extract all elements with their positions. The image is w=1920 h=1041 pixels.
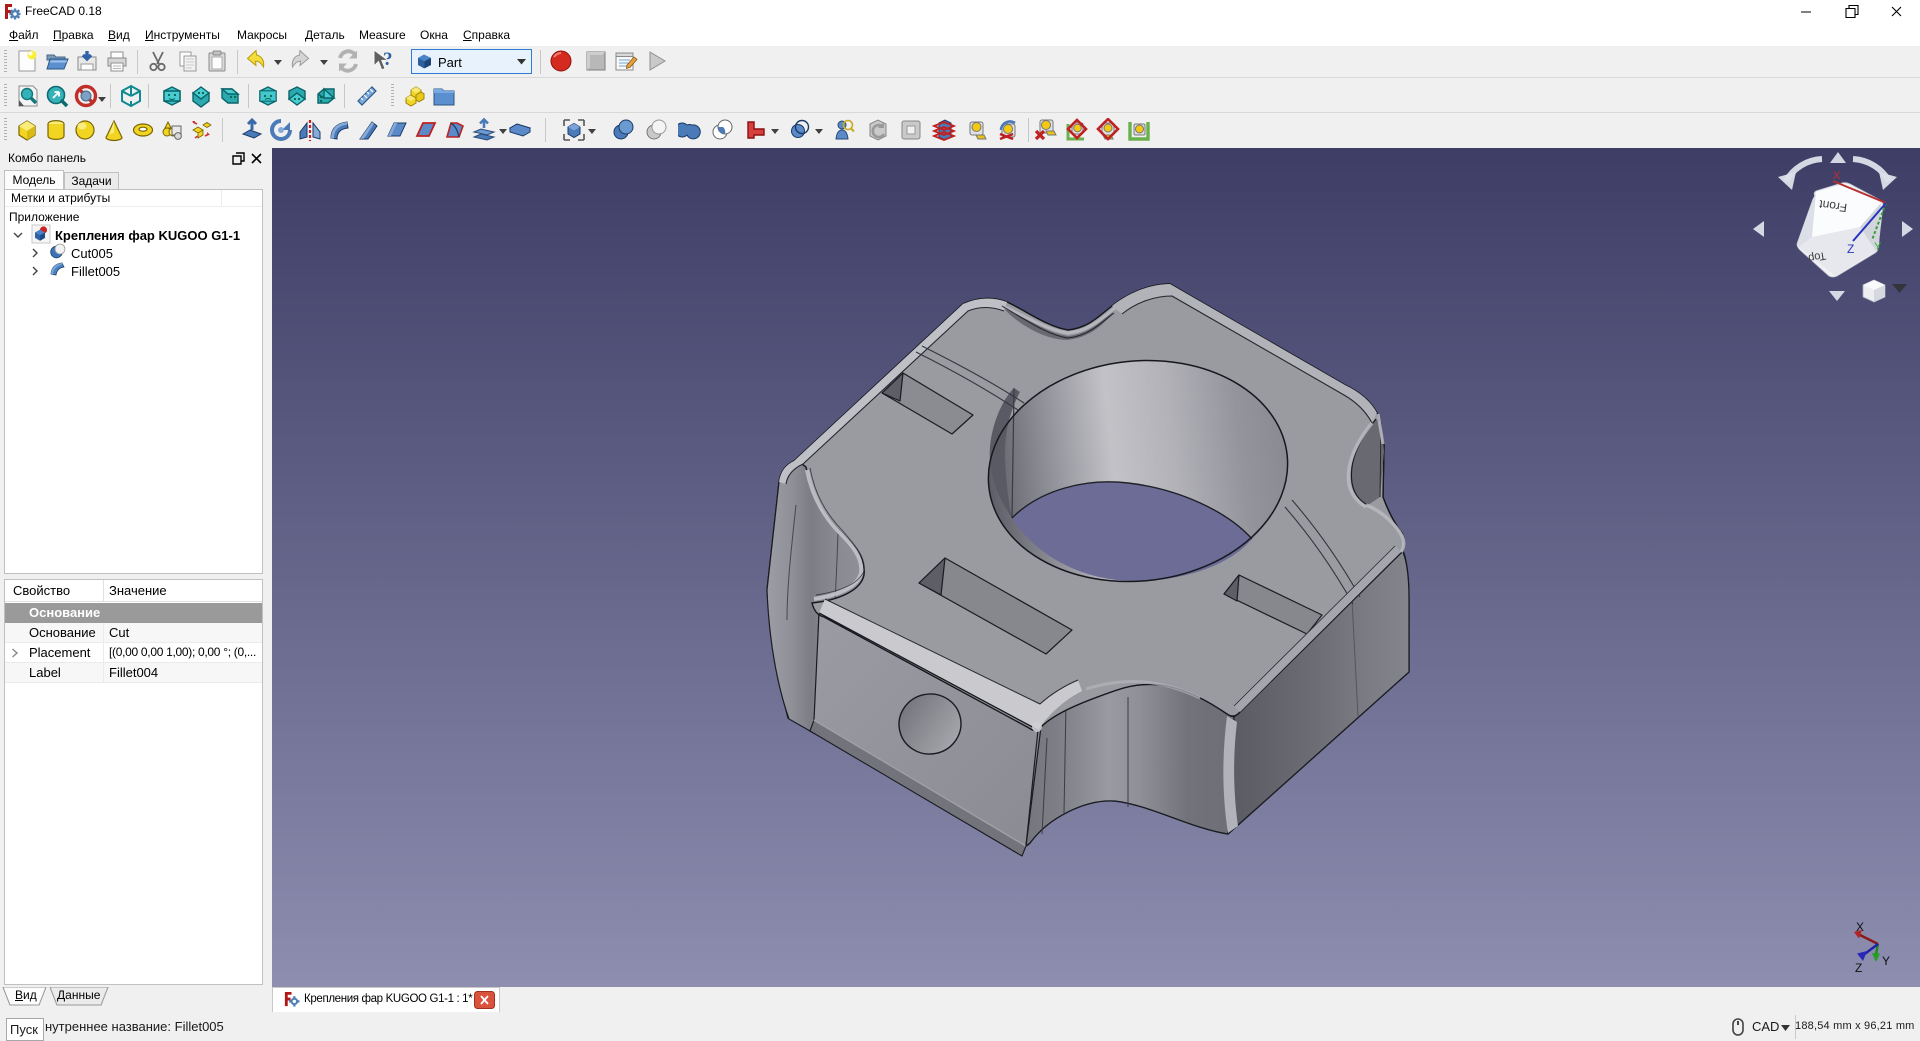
svg-text:Z: Z xyxy=(1855,961,1862,975)
svg-text:Z: Z xyxy=(1847,242,1854,256)
svg-text:Y: Y xyxy=(1874,241,1882,253)
svg-text:X: X xyxy=(1856,920,1864,934)
svg-text:X: X xyxy=(1833,170,1841,182)
svg-text:Y: Y xyxy=(1882,954,1890,968)
